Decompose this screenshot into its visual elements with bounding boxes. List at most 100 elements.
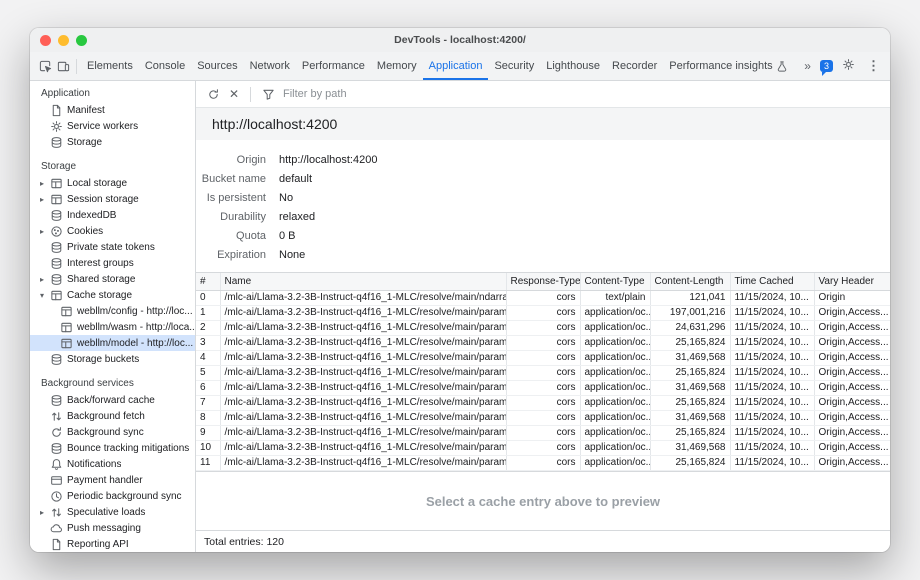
column-header-vary-header[interactable]: Vary Header (814, 273, 890, 290)
cache-entry-row-3[interactable]: 3/mlc-ai/Llama-3.2-3B-Instruct-q4f16_1-M… (196, 335, 890, 350)
cache-entry-row-10[interactable]: 10/mlc-ai/Llama-3.2-3B-Instruct-q4f16_1-… (196, 440, 890, 455)
chevron-right-icon[interactable]: ▸ (40, 227, 50, 236)
sidebar-item-storage[interactable]: Storage (30, 134, 195, 150)
cell-content-type: application/oc... (580, 305, 650, 320)
cell-response-type: cors (506, 455, 580, 470)
cell-name: /mlc-ai/Llama-3.2-3B-Instruct-q4f16_1-ML… (220, 425, 506, 440)
meta-label: Durability (196, 211, 266, 223)
cell-name: /mlc-ai/Llama-3.2-3B-Instruct-q4f16_1-ML… (220, 395, 506, 410)
cache-entry-row-5[interactable]: 5/mlc-ai/Llama-3.2-3B-Instruct-q4f16_1-M… (196, 365, 890, 380)
sidebar-item-background-fetch[interactable]: Background fetch (30, 408, 195, 424)
settings-gear-icon[interactable] (842, 58, 858, 74)
sidebar-item-webllm-config-http-loc[interactable]: webllm/config - http://loc... (30, 303, 195, 319)
cache-panel: ✕ Filter by path http://localhost:4200 O… (196, 81, 890, 552)
cell-index: 4 (196, 350, 220, 365)
tab-label: Lighthouse (546, 60, 600, 72)
column-header-name[interactable]: Name (220, 273, 506, 290)
sidebar-item-storage-buckets[interactable]: Storage buckets (30, 351, 195, 367)
chevron-right-icon[interactable]: ▸ (40, 195, 50, 204)
refresh-icon[interactable] (204, 86, 222, 102)
sidebar-item-indexeddb[interactable]: IndexedDB (30, 207, 195, 223)
sidebar-item-back-forward-cache[interactable]: Back/forward cache (30, 392, 195, 408)
tab-performance-insights[interactable]: Performance insights (663, 52, 793, 80)
sidebar-item-local-storage[interactable]: ▸Local storage (30, 175, 195, 191)
chevron-down-icon[interactable]: ▾ (40, 291, 50, 300)
tab-performance[interactable]: Performance (296, 52, 371, 80)
sidebar-item-background-sync[interactable]: Background sync (30, 424, 195, 440)
cache-entry-row-6[interactable]: 6/mlc-ai/Llama-3.2-3B-Instruct-q4f16_1-M… (196, 380, 890, 395)
filter-by-path-input[interactable]: Filter by path (283, 88, 347, 100)
sidebar-item-shared-storage[interactable]: ▸Shared storage (30, 271, 195, 287)
column-header-response-type[interactable]: Response-Type (506, 273, 580, 290)
cache-entry-row-9[interactable]: 9/mlc-ai/Llama-3.2-3B-Instruct-q4f16_1-M… (196, 425, 890, 440)
column-header-index[interactable]: # (196, 273, 220, 290)
close-window-button[interactable] (40, 35, 51, 46)
cell-name: /mlc-ai/Llama-3.2-3B-Instruct-q4f16_1-ML… (220, 410, 506, 425)
cell-time-cached: 11/15/2024, 10... (730, 365, 814, 380)
sidebar-item-interest-groups[interactable]: Interest groups (30, 255, 195, 271)
minimize-window-button[interactable] (58, 35, 69, 46)
kebab-menu-icon[interactable]: ⋮ (867, 58, 880, 74)
cache-entry-row-8[interactable]: 8/mlc-ai/Llama-3.2-3B-Instruct-q4f16_1-M… (196, 410, 890, 425)
zoom-window-button[interactable] (76, 35, 87, 46)
tab-lighthouse[interactable]: Lighthouse (540, 52, 606, 80)
sidebar-item-service-workers[interactable]: Service workers (30, 118, 195, 134)
column-header-content-type[interactable]: Content-Type (580, 273, 650, 290)
filter-funnel-icon[interactable] (259, 86, 277, 102)
sidebar-item-private-state-tokens[interactable]: Private state tokens (30, 239, 195, 255)
sidebar-item-reporting-api[interactable]: Reporting API (30, 536, 195, 552)
cache-entry-row-4[interactable]: 4/mlc-ai/Llama-3.2-3B-Instruct-q4f16_1-M… (196, 350, 890, 365)
traffic-lights (40, 35, 87, 46)
sidebar-item-label: webllm/config - http://loc... (77, 306, 193, 317)
sidebar-item-label: Push messaging (67, 523, 141, 534)
sidebar-item-webllm-model-http-loc[interactable]: webllm/model - http://loc... (30, 335, 195, 351)
section-title-application[interactable]: Application (30, 86, 195, 102)
cache-entry-row-0[interactable]: 0/mlc-ai/Llama-3.2-3B-Instruct-q4f16_1-M… (196, 290, 890, 305)
sidebar-item-label: Storage buckets (67, 354, 139, 365)
sidebar-item-bounce-tracking-mitigations[interactable]: Bounce tracking mitigations (30, 440, 195, 456)
sidebar-item-session-storage[interactable]: ▸Session storage (30, 191, 195, 207)
cache-entry-row-7[interactable]: 7/mlc-ai/Llama-3.2-3B-Instruct-q4f16_1-M… (196, 395, 890, 410)
issues-badge[interactable]: 3 (820, 60, 833, 72)
sidebar-section-application: ApplicationManifestService workersStorag… (30, 86, 195, 150)
sidebar-item-push-messaging[interactable]: Push messaging (30, 520, 195, 536)
database-icon (50, 209, 63, 222)
delete-selected-icon[interactable]: ✕ (226, 87, 242, 101)
tab-recorder[interactable]: Recorder (606, 52, 663, 80)
column-header-content-length[interactable]: Content-Length (650, 273, 730, 290)
cache-entry-row-11[interactable]: 11/mlc-ai/Llama-3.2-3B-Instruct-q4f16_1-… (196, 455, 890, 470)
sidebar-item-speculative-loads[interactable]: ▸Speculative loads (30, 504, 195, 520)
tab-application[interactable]: Application (423, 52, 489, 80)
tab-security[interactable]: Security (488, 52, 540, 80)
cache-entry-row-2[interactable]: 2/mlc-ai/Llama-3.2-3B-Instruct-q4f16_1-M… (196, 320, 890, 335)
sidebar-item-cache-storage[interactable]: ▾Cache storage (30, 287, 195, 303)
chevron-right-icon[interactable]: ▸ (40, 275, 50, 284)
sidebar-item-periodic-background-sync[interactable]: Periodic background sync (30, 488, 195, 504)
sidebar-item-notifications[interactable]: Notifications (30, 456, 195, 472)
meta-label: Is persistent (196, 192, 266, 204)
cache-entry-row-1[interactable]: 1/mlc-ai/Llama-3.2-3B-Instruct-q4f16_1-M… (196, 305, 890, 320)
sidebar-item-cookies[interactable]: ▸Cookies (30, 223, 195, 239)
tab-network[interactable]: Network (244, 52, 296, 80)
sidebar-item-manifest[interactable]: Manifest (30, 102, 195, 118)
sidebar-item-payment-handler[interactable]: Payment handler (30, 472, 195, 488)
cell-vary-header: Origin,Access... (814, 425, 890, 440)
meta-label: Bucket name (196, 173, 266, 185)
tab-sources[interactable]: Sources (191, 52, 243, 80)
cell-name: /mlc-ai/Llama-3.2-3B-Instruct-q4f16_1-ML… (220, 305, 506, 320)
section-title-background-services[interactable]: Background services (30, 376, 195, 392)
sidebar-item-webllm-wasm-http-loca[interactable]: webllm/wasm - http://loca... (30, 319, 195, 335)
cell-index: 10 (196, 440, 220, 455)
chevron-right-icon[interactable]: ▸ (40, 508, 50, 517)
column-header-time-cached[interactable]: Time Cached (730, 273, 814, 290)
inspect-element-icon[interactable] (36, 58, 54, 74)
toolbar-divider (76, 59, 77, 74)
device-toolbar-icon[interactable] (54, 58, 72, 74)
section-title-storage[interactable]: Storage (30, 159, 195, 175)
chevron-right-icon[interactable]: ▸ (40, 179, 50, 188)
tab-memory[interactable]: Memory (371, 52, 423, 80)
tab-elements[interactable]: Elements (81, 52, 139, 80)
more-tabs-button[interactable]: » (804, 59, 811, 73)
meta-label: Origin (196, 154, 266, 166)
tab-console[interactable]: Console (139, 52, 191, 80)
